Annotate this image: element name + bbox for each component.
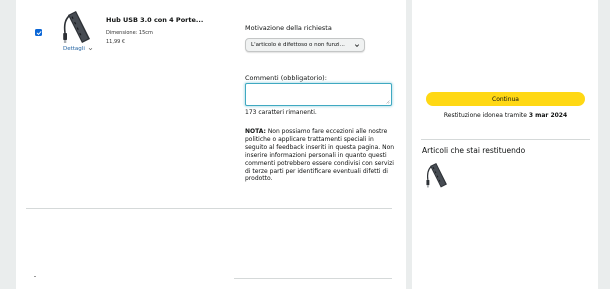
comments-textarea[interactable] bbox=[245, 83, 392, 106]
eligibility-text: Restituzione idonea tramite bbox=[443, 112, 529, 119]
reason-dropdown[interactable]: L'articolo è difettoso o non funzi... bbox=[245, 38, 365, 52]
product-title: Hub USB 3.0 con 4 Porte... bbox=[106, 16, 204, 24]
return-eligibility: Restituzione idonea tramite 3 mar 2024 bbox=[426, 112, 585, 119]
note-body: Non possiamo fare eccezioni alle nostre … bbox=[245, 128, 395, 183]
returning-item-image bbox=[426, 163, 447, 188]
divider bbox=[26, 208, 392, 209]
product-dimension: Dimensione: 15cm bbox=[106, 30, 153, 36]
comments-label: Commenti (obbligatorio): bbox=[245, 74, 327, 82]
divider bbox=[234, 278, 392, 279]
check-icon bbox=[36, 30, 41, 35]
item-select-checkbox[interactable] bbox=[35, 29, 42, 36]
note-prefix: NOTA: bbox=[245, 128, 266, 135]
details-toggle[interactable]: Dettagli bbox=[63, 46, 93, 52]
eligibility-date: 3 mar 2024 bbox=[528, 112, 568, 119]
reason-label: Motivazione della richiesta bbox=[245, 24, 332, 32]
reason-selected-value: L'articolo è difettoso o non funzi... bbox=[251, 42, 345, 48]
divider bbox=[34, 276, 36, 277]
chevron-down-icon bbox=[88, 47, 92, 50]
return-summary-panel bbox=[412, 0, 598, 289]
divider bbox=[421, 139, 590, 140]
returning-items-title: Articoli che stai restituendo bbox=[422, 146, 526, 155]
details-link-label: Dettagli bbox=[63, 46, 85, 52]
chevron-down-icon bbox=[353, 42, 360, 49]
continue-button[interactable]: Continua bbox=[426, 92, 585, 106]
product-image[interactable] bbox=[60, 9, 94, 47]
chars-remaining: 173 caratteri rimanenti. bbox=[245, 109, 317, 116]
resize-grip-icon[interactable] bbox=[385, 99, 390, 104]
policy-note: NOTA: Non possiamo fare eccezioni alle n… bbox=[245, 128, 395, 183]
product-price: 11,99 € bbox=[106, 39, 126, 45]
